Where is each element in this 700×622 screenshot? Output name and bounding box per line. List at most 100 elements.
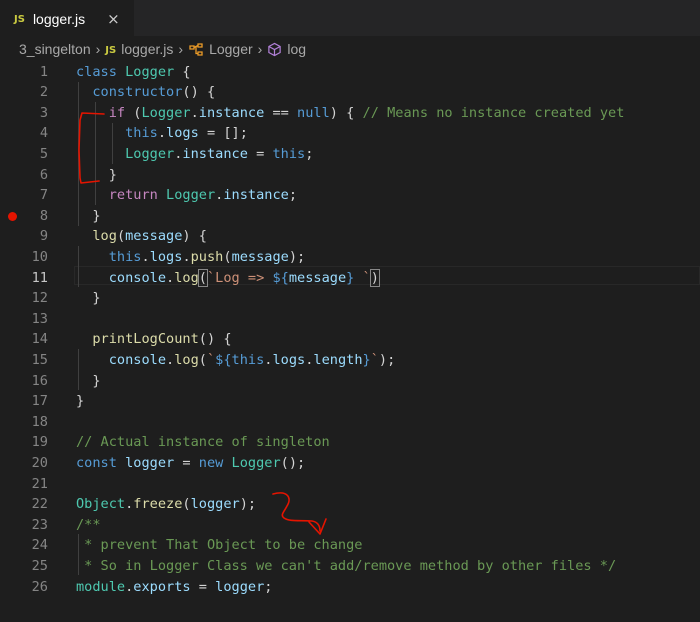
code-token: ) { [329, 104, 363, 121]
code-token: ; [264, 578, 273, 595]
breadcrumb-class[interactable]: Logger [188, 41, 253, 57]
code-text: /** [76, 515, 101, 536]
code-token: ` [370, 351, 379, 368]
code-line[interactable]: 24 * prevent That Object to be change [0, 535, 700, 556]
code-line[interactable]: 10 this.logs.push(message); [0, 247, 700, 268]
indent-guide [78, 534, 79, 575]
code-line[interactable]: 16 } [0, 371, 700, 392]
code-token: } [76, 166, 117, 183]
code-token: null [297, 104, 330, 121]
code-line[interactable]: 11 console.log(`Log => ${message} `) [0, 268, 700, 289]
code-line[interactable]: 6 } [0, 165, 700, 186]
breadcrumb-folder[interactable]: 3_singelton [19, 41, 91, 57]
code-token: printLogCount [92, 331, 199, 348]
code-line[interactable]: 22 Object.freeze(logger); [0, 494, 700, 515]
code-token: ); [378, 351, 396, 368]
code-line[interactable]: 2 constructor() { [0, 82, 700, 103]
code-line[interactable]: 3 if (Logger.instance == null) { // Mean… [0, 103, 700, 124]
code-token: console [108, 269, 167, 286]
code-line[interactable]: 8 } [0, 206, 700, 227]
code-token: { [174, 63, 191, 80]
code-editor[interactable]: 1 class Logger {2 constructor() {3 if (Lo… [0, 61, 700, 622]
code-text: console.log(`Log => ${message} `) [76, 268, 380, 289]
tab-bar: JS logger.js × [0, 0, 700, 37]
code-token: } [76, 290, 101, 307]
code-line[interactable]: 13 [0, 309, 700, 330]
breadcrumb-file[interactable]: JS logger.js [105, 41, 173, 57]
code-token: . [157, 125, 167, 142]
code-line[interactable]: 26 module.exports = logger; [0, 577, 700, 598]
code-token: Logger [166, 187, 216, 204]
code-token: freeze [133, 496, 183, 513]
code-line[interactable]: 17} [0, 391, 700, 412]
code-token: logger [190, 496, 240, 513]
code-line[interactable]: 20 const logger = new Logger(); [0, 453, 700, 474]
code-token: this [108, 248, 142, 265]
class-icon [189, 43, 203, 56]
code-token: instance [223, 187, 289, 204]
line-number: 16 [31, 372, 48, 389]
line-number: 17 [31, 393, 48, 410]
code-token: . [166, 351, 175, 368]
code-token: = [247, 145, 273, 162]
code-token: ; [305, 145, 314, 162]
code-text: class Logger { [76, 62, 191, 83]
code-token: ); [239, 496, 257, 513]
code-text: } [76, 206, 101, 227]
line-number: 15 [31, 351, 48, 368]
line-number: 21 [31, 475, 48, 492]
code-line[interactable]: 1 class Logger { [0, 62, 700, 83]
code-line[interactable]: 7 return Logger.instance; [0, 185, 700, 206]
code-token: } [76, 207, 101, 224]
code-text: // Actual instance of singleton [76, 432, 330, 453]
breakpoint-icon[interactable] [8, 211, 17, 221]
line-number: 23 [31, 516, 48, 533]
js-file-icon: JS [105, 44, 117, 56]
code-token: console [108, 351, 167, 368]
code-line[interactable]: 23 /** [0, 515, 700, 536]
line-number: 19 [31, 434, 48, 451]
code-line[interactable]: 18 [0, 412, 700, 433]
code-line[interactable]: 15 console.log(`${this.logs.length}`); [0, 350, 700, 371]
code-line[interactable]: 4 this.logs = []; [0, 123, 700, 144]
code-token: ( [198, 351, 207, 368]
code-line[interactable]: 9 log(message) { [0, 226, 700, 247]
code-line[interactable]: 12 } [0, 288, 700, 309]
code-token: = []; [198, 125, 248, 142]
code-token: ( [125, 104, 142, 121]
code-token: ${ [272, 269, 289, 286]
code-text: this.logs = []; [76, 123, 248, 144]
code-token: ( [197, 268, 209, 287]
close-icon[interactable]: × [107, 10, 120, 28]
code-token: ( [223, 248, 232, 265]
code-line[interactable]: 14 printLogCount() { [0, 329, 700, 350]
code-token: this [231, 351, 265, 368]
code-token: ( [182, 496, 191, 513]
tab-title: logger.js [32, 11, 86, 27]
code-token: } [76, 372, 101, 389]
code-token: // Means no instance created yet [362, 104, 625, 121]
chevron-right-icon: › [178, 41, 184, 57]
code-token: ) [369, 268, 380, 287]
code-text: printLogCount() { [76, 329, 231, 350]
code-text: this.logs.push(message); [76, 247, 305, 268]
code-line[interactable]: 21 [0, 474, 700, 495]
code-token: message [288, 269, 347, 286]
chevron-right-icon: › [257, 41, 263, 57]
code-line[interactable]: 19 // Actual instance of singleton [0, 432, 700, 453]
code-token: * prevent That Object to be change [76, 537, 363, 554]
code-token: this [125, 125, 158, 142]
code-line[interactable]: 25 * So in Logger Class we can't add/rem… [0, 556, 700, 577]
code-line[interactable]: 5 Logger.instance = this; [0, 144, 700, 165]
code-token: message [231, 248, 289, 265]
line-number: 24 [31, 537, 48, 554]
code-token: this [272, 145, 306, 162]
breadcrumb-method[interactable]: log [267, 41, 306, 58]
code-token: . [182, 248, 191, 265]
code-token: ; [288, 187, 298, 204]
tab-logger-js[interactable]: JS logger.js × [0, 0, 134, 37]
indent-guide [95, 102, 96, 205]
code-token: ${ [215, 351, 232, 368]
